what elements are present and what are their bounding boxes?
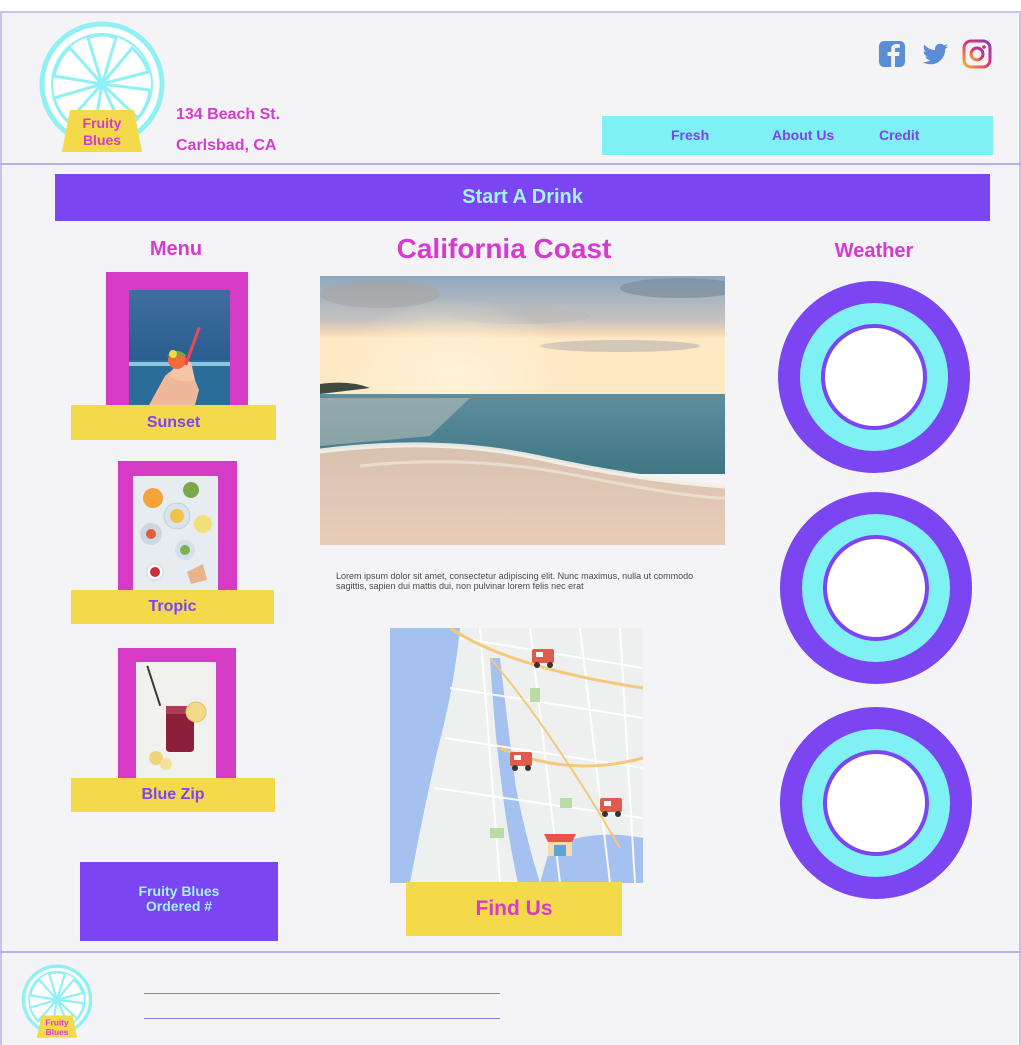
twitter-icon[interactable] <box>920 39 950 69</box>
top-nav: Fresh About Us Credit <box>602 116 993 155</box>
location-map[interactable] <box>390 628 643 883</box>
footer-line <box>144 1018 500 1019</box>
lemon-slice-icon: Fruity Blues <box>21 964 93 1038</box>
menu-item-label: Tropic <box>71 590 274 624</box>
top-border <box>0 11 1021 13</box>
footer-logo[interactable]: Fruity Blues <box>20 964 94 1040</box>
order-count-box: Fruity Blues Ordered # <box>80 862 278 941</box>
blue-zip-drink-photo <box>136 662 216 778</box>
left-border <box>0 11 2 1045</box>
beach-sunset-image <box>320 276 725 545</box>
weather-widget-3[interactable] <box>779 706 973 905</box>
weather-heading: Weather <box>834 240 914 262</box>
tropic-food-photo <box>133 476 218 591</box>
address-city: Carlsbad, CA <box>176 137 277 154</box>
menu-item-label: Sunset <box>71 405 276 440</box>
footer-logo-text-line2: Blues <box>46 1027 69 1037</box>
menu-heading: Menu <box>149 238 203 260</box>
facebook-icon[interactable] <box>878 39 908 69</box>
nav-item-about-us[interactable]: About Us <box>772 127 834 143</box>
start-drink-label: Start A Drink <box>462 186 583 208</box>
lemon-slice-icon: Fruity Blues <box>39 21 165 152</box>
weather-widget-2[interactable] <box>779 491 973 690</box>
logo-text-line2: Blues <box>83 132 121 148</box>
start-drink-button[interactable]: Start A Drink <box>55 174 990 221</box>
order-count-line2: Ordered # <box>145 898 213 914</box>
nav-item-credit[interactable]: Credit <box>879 127 919 143</box>
storefront-icon[interactable] <box>544 834 576 856</box>
footer-divider <box>0 951 1021 953</box>
page: Fruity Blues 134 Beach St. Carlsbad, CA <box>0 0 1021 1045</box>
brand-logo[interactable]: Fruity Blues <box>36 20 168 156</box>
header-divider <box>0 163 1021 165</box>
footer-logo-text-line1: Fruity <box>45 1017 69 1027</box>
footer-line <box>144 993 500 994</box>
menu-item-label: Blue Zip <box>71 778 275 812</box>
find-us-button[interactable]: Find Us <box>406 882 622 936</box>
social-links <box>878 39 992 69</box>
find-us-label: Find Us <box>475 897 553 920</box>
hero-title: California Coast <box>396 233 612 264</box>
sunset-drink-photo <box>129 290 230 405</box>
hero-description: Lorem ipsum dolor sit amet, consectetur … <box>336 571 694 591</box>
top-strip <box>0 0 1021 11</box>
instagram-icon[interactable] <box>962 39 992 69</box>
order-count-line1: Fruity Blues <box>138 883 220 899</box>
nav-item-fresh[interactable]: Fresh <box>671 127 709 143</box>
address-street: 134 Beach St. <box>176 106 281 123</box>
logo-text-line1: Fruity <box>83 115 122 131</box>
weather-widget-1[interactable] <box>777 280 971 479</box>
